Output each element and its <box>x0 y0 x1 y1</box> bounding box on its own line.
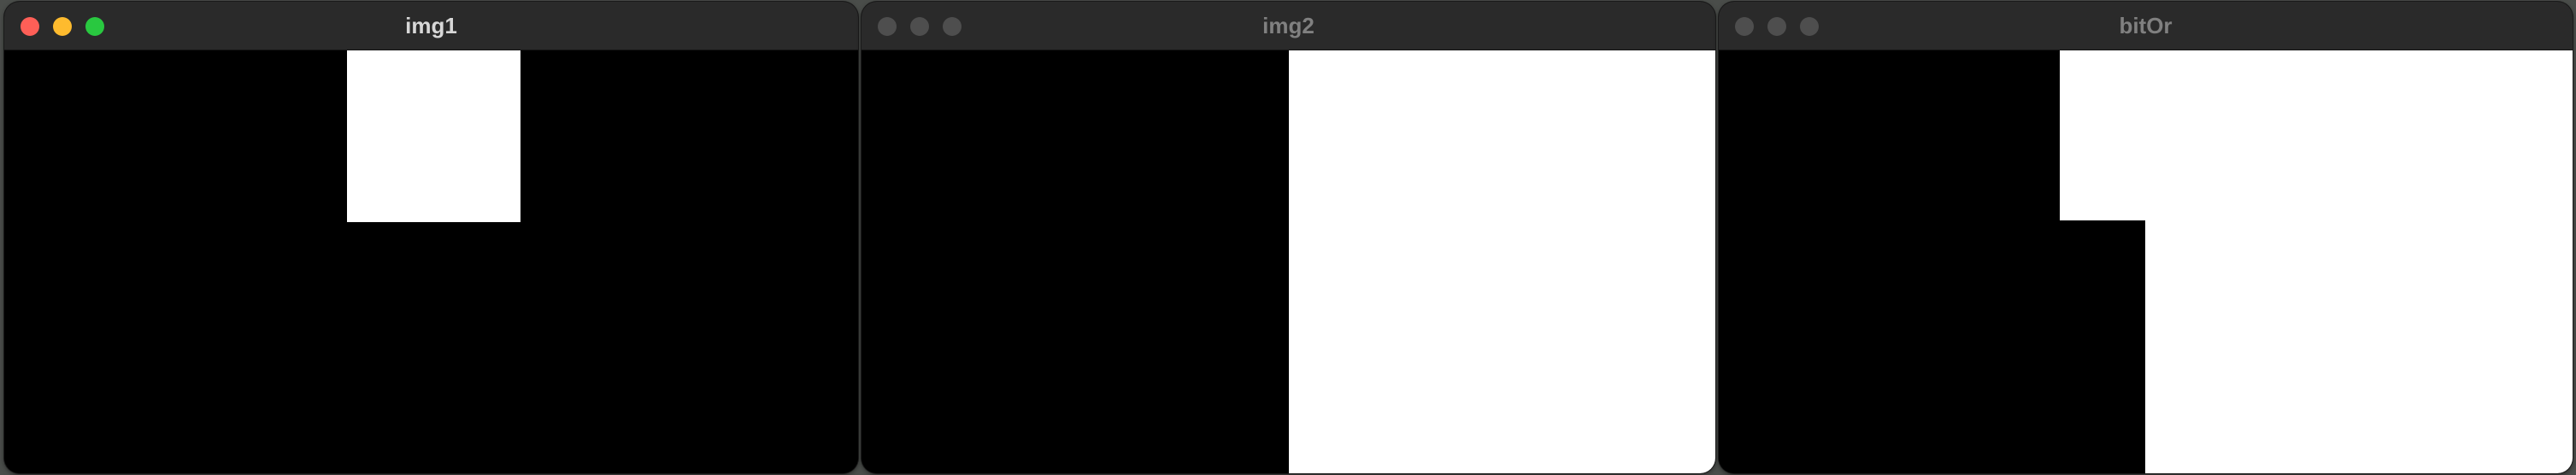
window-title: img2 <box>1262 13 1314 38</box>
title-bar[interactable]: img1 <box>4 2 858 50</box>
window-bitor[interactable]: bitOr <box>1719 2 2573 473</box>
window-title: bitOr <box>2119 13 2173 38</box>
white-region-top <box>2060 50 2573 220</box>
window-title: img1 <box>405 13 457 38</box>
white-rectangle <box>347 50 520 222</box>
image-canvas <box>4 50 858 473</box>
image-canvas <box>862 50 1715 473</box>
window-img1[interactable]: img1 <box>4 2 858 473</box>
white-region-bottom <box>2145 220 2573 473</box>
title-bar[interactable]: img2 <box>862 2 1715 50</box>
image-canvas <box>1719 50 2573 473</box>
white-half <box>1289 50 1715 473</box>
title-bar[interactable]: bitOr <box>1719 2 2573 50</box>
window-img2[interactable]: img2 <box>862 2 1715 473</box>
